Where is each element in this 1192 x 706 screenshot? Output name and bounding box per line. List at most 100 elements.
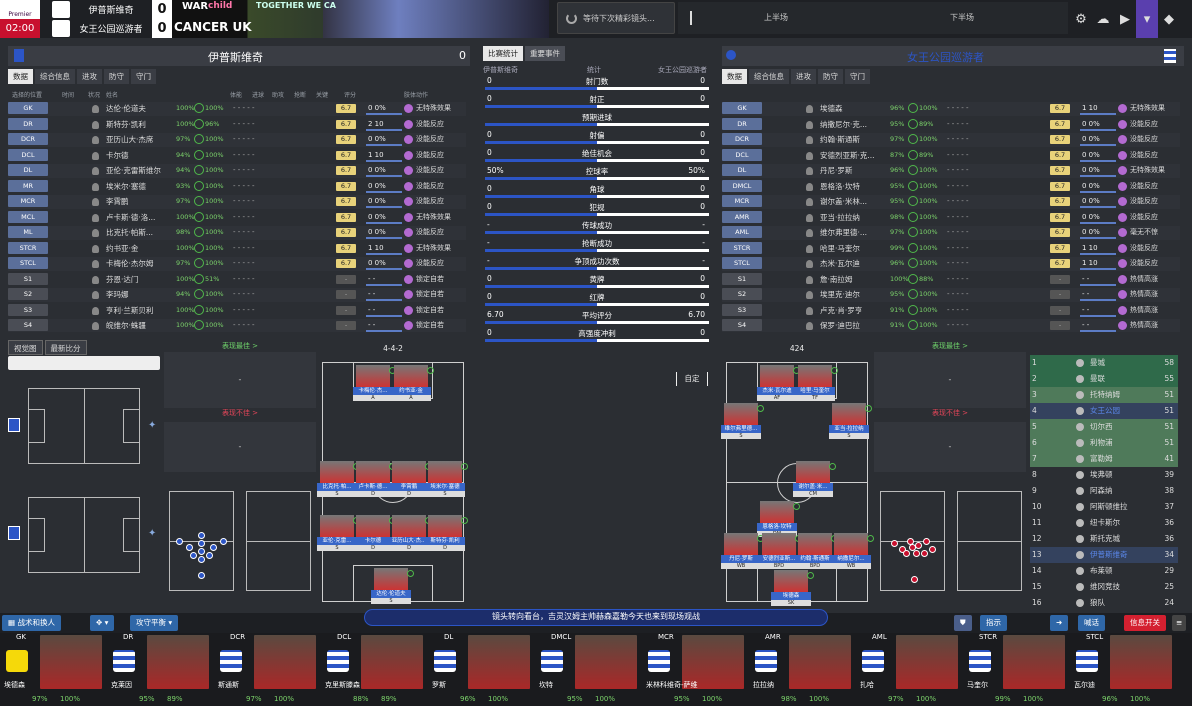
player-row[interactable]: AML 维尔弗里德·... 97% 100% - - - - -6.7 0 0% 毫无不惊 <box>722 226 1180 240</box>
player-row[interactable]: DR 斯特芬·凯利 100% 96% - - - - -6.7 2 10 没能反应 <box>8 117 466 132</box>
match-timeline[interactable]: 上半场 下半场 <box>678 2 1068 34</box>
league-row[interactable]: 5 切尔西 51 <box>1030 419 1178 435</box>
league-row[interactable]: 4 女王公园 51 <box>1030 403 1178 419</box>
player-card[interactable]: MCR 米林科维奇-萨维 95% 100% <box>642 633 749 706</box>
col-body-language[interactable]: 肢体动作 <box>404 90 428 99</box>
shield-button[interactable]: ⛊ <box>954 615 972 631</box>
player-row[interactable]: GK 达伦·伦道夫 100% 100% - - - - -6.7 0 0% 无特殊效果 <box>8 102 466 116</box>
player-card[interactable]: DMCL 坎特 95% 100% <box>535 633 642 706</box>
player-row[interactable]: STCR 约书亚·金 100% 100% - - - - -6.7 1 10 无特殊效果 <box>8 241 466 256</box>
league-row[interactable]: 7 富勒姆 41 <box>1030 451 1178 467</box>
player-row[interactable]: S4 保罗·迪巴拉 91% 100% - - - - --- - 热情高涨 <box>722 319 1180 332</box>
league-row[interactable]: 2 曼联 55 <box>1030 371 1178 387</box>
col-name[interactable]: 姓名 <box>106 90 118 99</box>
tab-attack[interactable]: 进攻 <box>791 69 816 84</box>
pitch-player[interactable]: 李霄鹏 D <box>389 461 432 497</box>
pitch-player[interactable]: 亚当·拉拉纳 S <box>829 403 872 439</box>
league-row[interactable]: 16 狼队 24 <box>1030 595 1178 611</box>
chevron-down-icon[interactable]: ▾ <box>1136 0 1158 38</box>
player-row[interactable]: STCL 卡梅伦·杰尔姆 97% 100% - - - - -6.7 0 0% 没能反应 <box>8 257 466 271</box>
pitch-player[interactable]: 埃米尔·塞德 S <box>425 461 468 497</box>
tab-data[interactable]: 数据 <box>722 69 747 84</box>
tab-overview[interactable]: 综合信息 <box>749 69 789 84</box>
tab-goalkeeping[interactable]: 守门 <box>131 69 156 84</box>
pitch-player[interactable]: 谢尔盖·米... CM <box>793 461 836 497</box>
tab-visual[interactable]: 视觉图 <box>8 340 43 355</box>
player-row[interactable]: S1 芬恩·达门 100% 51% - - - - --- - 锁定自若 <box>8 272 466 287</box>
league-row[interactable]: 11 纽卡斯尔 36 <box>1030 515 1178 531</box>
pitch-player[interactable]: 恩格洛·坎特DM <box>757 501 800 537</box>
player-card[interactable]: GK 埃德森 97% 100% <box>0 633 107 706</box>
col-rating[interactable]: 评分 <box>344 90 356 99</box>
tab-overview[interactable]: 综合信息 <box>35 69 75 84</box>
player-card[interactable]: AMR 拉拉纳 98% 100% <box>749 633 856 706</box>
player-row[interactable]: ML 比克托·帕斯... 98% 100% - - - - -6.7 0 0% 没能反应 <box>8 226 466 240</box>
player-row[interactable]: DL 丹尼·罗斯 96% 100% - - - - -6.7 0 0% 无特殊效果 <box>722 164 1180 178</box>
col-key[interactable]: 关键 <box>316 90 328 99</box>
tab-match-stats[interactable]: 比赛统计 <box>483 46 523 61</box>
filter-bar[interactable] <box>8 356 160 370</box>
col-time[interactable]: 时间 <box>62 90 74 99</box>
tab-defence[interactable]: 防守 <box>104 69 129 84</box>
formation-toggle[interactable]: ✥ ▾ <box>90 615 115 631</box>
tab-defence[interactable]: 防守 <box>818 69 843 84</box>
col-position[interactable]: 选择的位置 <box>12 90 42 99</box>
pitch-player[interactable]: 达伦·伦道夫 S <box>371 568 414 604</box>
player-row[interactable]: DCR 亚历山大·杰席 97% 100% - - - - -6.7 0 0% 没能反应 <box>8 133 466 147</box>
player-row[interactable]: MCL 卢卡斯·德·洛... 100% 100% - - - - -6.7 0 0% 无特殊… <box>8 210 466 225</box>
away-worst-label[interactable]: 表现不佳 > <box>874 408 1026 418</box>
pitch-player[interactable]: 纳撒尼尔... WB <box>831 533 874 569</box>
custom-button[interactable]: 自定 <box>676 372 708 386</box>
player-row[interactable]: S2 埃里克·迪尔 95% 100% - - - - --- - 热情高涨 <box>722 288 1180 302</box>
info-toggle-button[interactable]: 信息开关 <box>1124 615 1166 631</box>
col-status[interactable]: 状况 <box>88 90 100 99</box>
tab-key-events[interactable]: 重要事件 <box>525 46 565 61</box>
player-row[interactable]: DMCL 恩格洛·坎特 95% 100% - - - - -6.7 0 0% 没能反应 <box>722 179 1180 194</box>
player-row[interactable]: STCL 杰米·瓦尔迪 96% 100% - - - - -6.7 1 10 没能反应 <box>722 257 1180 271</box>
pitch-player[interactable]: 维尔弗里德... S <box>721 403 764 439</box>
pitch-player[interactable]: 亚历山大·杰... D <box>389 515 432 551</box>
col-goals[interactable]: 进球 <box>252 90 264 99</box>
player-card[interactable]: DCL 克里斯滕森 88% 89% <box>321 633 428 706</box>
player-row[interactable]: AMR 亚当·拉拉纳 98% 100% - - - - -6.7 0 0% 没能反应 <box>722 210 1180 225</box>
player-card[interactable]: DL 罗斯 96% 100% <box>428 633 535 706</box>
pitch-player[interactable]: 斯特芬·凯利 D <box>425 515 468 551</box>
player-card[interactable]: STCR 马奎尔 99% 100% <box>963 633 1070 706</box>
pitch-player[interactable]: 卡尔德 D <box>353 515 396 551</box>
player-row[interactable]: S4 皖维尔·蛛疆 100% 100% - - - - --- - 锁定自若 <box>8 319 466 332</box>
player-row[interactable]: MCR 李霄鹏 97% 100% - - - - -6.7 0 0% 没能反应 <box>8 195 466 209</box>
player-row[interactable]: S1 詹·南拉姆 100% 88% - - - - --- - 热情高涨 <box>722 272 1180 287</box>
player-row[interactable]: DCR 约翰·斯通斯 97% 100% - - - - -6.7 0 0% 没能反应 <box>722 133 1180 147</box>
league-row[interactable]: 1 曼城 58 <box>1030 355 1178 371</box>
instructions-button[interactable]: 指示 <box>980 615 1007 631</box>
league-row[interactable]: 14 布莱顿 29 <box>1030 563 1178 579</box>
pitch-player[interactable]: 亚伦·克雷... S <box>317 515 360 551</box>
video-icon[interactable]: ▶ <box>1114 0 1136 38</box>
pitch-player[interactable]: 约书亚·金 A <box>391 365 434 401</box>
league-row[interactable]: 8 埃弗顿 39 <box>1030 467 1178 483</box>
home-best-label[interactable]: 表现最佳 > <box>164 341 316 351</box>
weather-icon[interactable]: ☁ <box>1092 0 1114 38</box>
player-row[interactable]: MR 埃米尔·塞德 93% 100% - - - - -6.7 0 0% 没能反应 <box>8 179 466 194</box>
league-row[interactable]: 9 阿森纳 38 <box>1030 483 1178 499</box>
player-row[interactable]: DCL 安德烈亚斯·克... 87% 89% - - - - -6.7 0 0% 没能反应 <box>722 148 1180 163</box>
pitch-player[interactable]: 卡梅伦·杰... A <box>353 365 396 401</box>
col-stamina[interactable]: 体能 <box>230 90 242 99</box>
col-assists[interactable]: 助攻 <box>272 90 284 99</box>
player-card[interactable]: DR 克莱因 95% 89% <box>107 633 214 706</box>
gear-icon[interactable]: ⚙ <box>1070 0 1092 38</box>
pitch-player[interactable]: 比克托·帕... S <box>317 461 360 497</box>
tab-data[interactable]: 数据 <box>8 69 33 84</box>
player-row[interactable]: DL 亚伦·克雷斯维尔 94% 100% - - - - -6.7 0 0% 没能反应 <box>8 164 466 178</box>
tab-goalkeeping[interactable]: 守门 <box>845 69 870 84</box>
player-card[interactable]: DCR 斯通斯 97% 100% <box>214 633 321 706</box>
col-tackles[interactable]: 抢断 <box>294 90 306 99</box>
pitch-player[interactable]: 杰米·瓦尔迪 AF <box>757 365 800 401</box>
league-row[interactable]: 10 阿斯顿维拉 37 <box>1030 499 1178 515</box>
pitch-player[interactable]: 哈里·马奎尔 TF <box>795 365 838 401</box>
league-row[interactable]: 6 利物浦 51 <box>1030 435 1178 451</box>
player-row[interactable]: S3 卢克·肖·罗亨 91% 100% - - - - --- - 热情高涨 <box>722 303 1180 318</box>
league-row[interactable]: 13 伊普斯维奇 34 <box>1030 547 1178 563</box>
pitch-player[interactable]: 埃德森 SK <box>771 570 814 606</box>
tactics-button[interactable]: ▦ 战术和换人 <box>2 615 61 631</box>
